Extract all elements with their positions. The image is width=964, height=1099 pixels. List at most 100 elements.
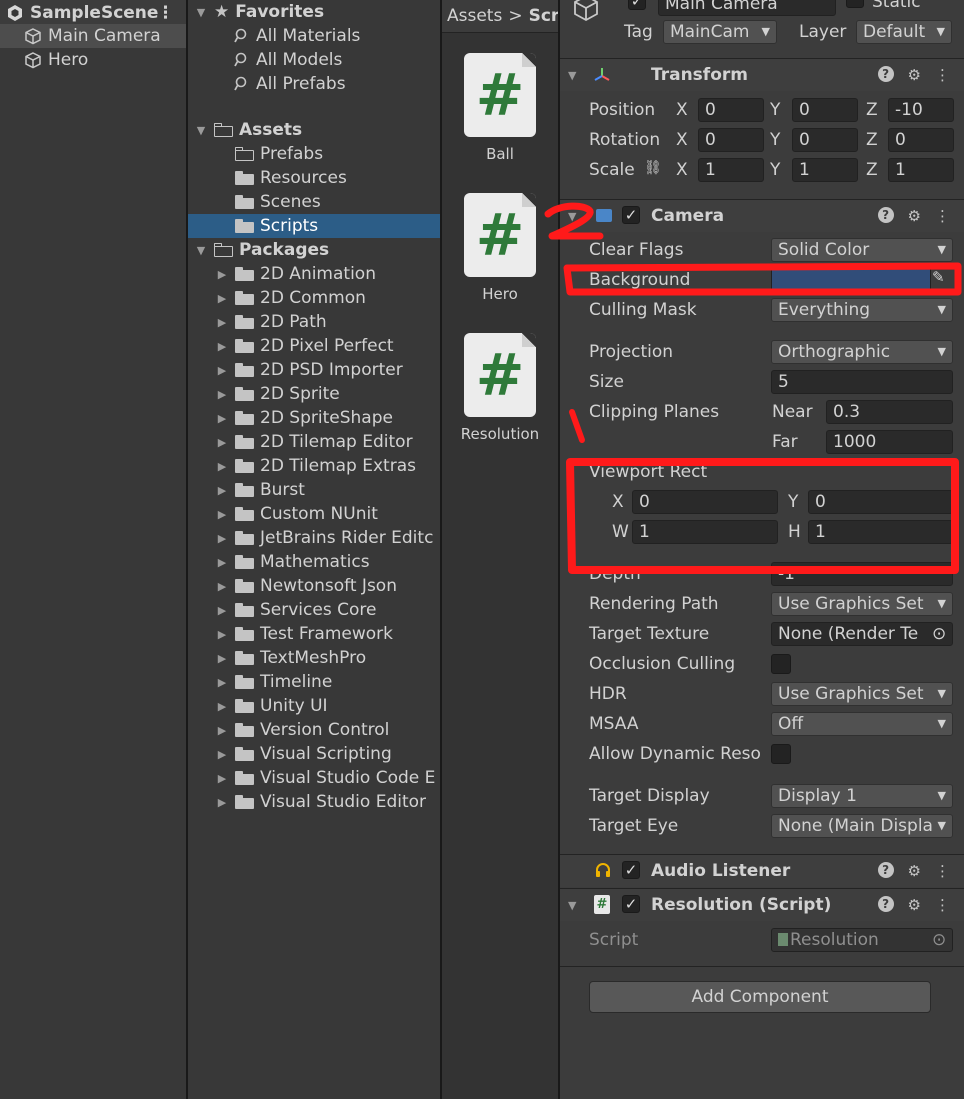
package-item[interactable]: ▶ Test Framework [188,622,440,646]
asset-folder-item[interactable]: Prefabs [188,142,440,166]
rendering-path-dropdown[interactable]: Use Graphics Set ▼ [771,592,953,616]
breadcrumb-root[interactable]: Assets [447,6,502,26]
msaa-dropdown[interactable]: Off ▼ [771,712,953,736]
expand-arrow-icon[interactable]: ▶ [215,748,229,761]
package-item[interactable]: ▶ Burst [188,478,440,502]
transform-z-field[interactable]: 1 [888,158,954,182]
transform-y-field[interactable]: 1 [792,158,858,182]
preset-sliders-icon[interactable]: ⚙ [908,896,921,914]
expand-arrow-icon[interactable]: ▶ [215,556,229,569]
transform-x-field[interactable]: 0 [698,128,764,152]
audio-listener-toggle[interactable]: ✓ [622,861,640,879]
hierarchy-item-main-camera[interactable]: Main Camera [0,24,186,48]
dynamic-resolution-checkbox[interactable] [771,744,791,764]
assets-header[interactable]: ▼ Assets [188,118,440,142]
kebab-menu-icon[interactable]: ⋮ [935,896,950,914]
help-icon[interactable]: ? [877,207,894,223]
static-toggle[interactable] [846,0,864,8]
viewport-h-field[interactable]: 1 [808,520,953,544]
target-eye-dropdown[interactable]: None (Main Displa ▼ [771,814,953,838]
expand-arrow-icon[interactable]: ▼ [194,6,208,19]
breadcrumb-current[interactable]: Scr [529,6,558,26]
audio-listener-header[interactable]: ✓ Audio Listener ? ⚙ ⋮ [560,854,964,887]
foldout-arrow-icon[interactable]: ▼ [568,69,576,82]
culling-mask-dropdown[interactable]: Everything ▼ [771,298,953,322]
package-item[interactable]: ▶ Custom NUnit [188,502,440,526]
foldout-arrow-icon[interactable]: ▼ [568,210,576,223]
asset-folder-item[interactable]: Resources [188,166,440,190]
resolution-script-header[interactable]: ▼ # ✓ Resolution (Script) ? ⚙ ⋮ [560,888,964,921]
package-item[interactable]: ▶ 2D Path [188,310,440,334]
tag-dropdown[interactable]: MainCam ▼ [663,20,777,44]
expand-arrow-icon[interactable]: ▶ [215,652,229,665]
eyedropper-icon[interactable]: ✎ [932,268,945,286]
expand-arrow-icon[interactable]: ▼ [194,124,208,137]
package-item[interactable]: ▶ Unity UI [188,694,440,718]
help-icon[interactable]: ? [877,896,894,912]
scene-header[interactable]: SampleScene ⋮ [0,0,186,26]
kebab-menu-icon[interactable]: ⋮ [935,862,950,880]
active-toggle[interactable]: ✓ [628,0,646,10]
depth-field[interactable]: -1 [771,562,953,586]
favorites-item[interactable]: All Models [188,48,440,72]
file-tile-resolution[interactable]: # Resolution [442,333,558,443]
constrain-proportions-link-icon[interactable]: ⛓ [644,160,662,176]
transform-z-field[interactable]: -10 [888,98,954,122]
package-item[interactable]: ▶ Visual Studio Editor [188,790,440,814]
projection-dropdown[interactable]: Orthographic ▼ [771,340,953,364]
transform-x-field[interactable]: 0 [698,98,764,122]
package-item[interactable]: ▶ TextMeshPro [188,646,440,670]
viewport-y-field[interactable]: 0 [808,490,953,514]
file-tile-hero[interactable]: # Hero [442,193,558,303]
hdr-dropdown[interactable]: Use Graphics Set ▼ [771,682,953,706]
package-item[interactable]: ▶ Visual Studio Code E [188,766,440,790]
expand-arrow-icon[interactable]: ▶ [215,676,229,689]
expand-arrow-icon[interactable]: ▶ [215,484,229,497]
package-item[interactable]: ▶ 2D PSD Importer [188,358,440,382]
favorites-header[interactable]: ▼ ★ Favorites [188,0,440,24]
preset-sliders-icon[interactable]: ⚙ [908,862,921,880]
package-item[interactable]: ▶ JetBrains Rider Editc [188,526,440,550]
add-component-button[interactable]: Add Component [589,981,931,1013]
transform-y-field[interactable]: 0 [792,128,858,152]
transform-z-field[interactable]: 0 [888,128,954,152]
scene-menu-icon[interactable]: ⋮ [157,3,174,23]
transform-x-field[interactable]: 1 [698,158,764,182]
package-item[interactable]: ▶ Visual Scripting [188,742,440,766]
favorites-item[interactable]: All Materials [188,24,440,48]
hierarchy-item-hero[interactable]: Hero [0,48,186,72]
expand-arrow-icon[interactable]: ▶ [215,532,229,545]
far-field[interactable]: 1000 [826,430,953,454]
viewport-x-field[interactable]: 0 [632,490,778,514]
expand-arrow-icon[interactable]: ▶ [215,796,229,809]
package-item[interactable]: ▶ 2D Tilemap Editor [188,430,440,454]
help-icon[interactable]: ? [877,66,894,82]
expand-arrow-icon[interactable]: ▶ [215,460,229,473]
kebab-menu-icon[interactable]: ⋮ [935,66,950,84]
near-field[interactable]: 0.3 [826,400,953,424]
expand-arrow-icon[interactable]: ▶ [215,340,229,353]
background-color-swatch[interactable] [771,268,931,292]
expand-arrow-icon[interactable]: ▶ [215,772,229,785]
target-texture-field[interactable]: None (Render Te [771,622,953,646]
clear-flags-dropdown[interactable]: Solid Color ▼ [771,238,953,262]
package-item[interactable]: ▶ Timeline [188,670,440,694]
package-item[interactable]: ▶ 2D Tilemap Extras [188,454,440,478]
help-icon[interactable]: ? [877,862,894,878]
asset-folder-item[interactable]: Scripts [188,214,440,238]
package-item[interactable]: ▶ Services Core [188,598,440,622]
size-field[interactable]: 5 [771,370,953,394]
package-item[interactable]: ▶ 2D SpriteShape [188,406,440,430]
favorites-item[interactable]: All Prefabs [188,72,440,96]
package-item[interactable]: ▶ 2D Common [188,286,440,310]
expand-arrow-icon[interactable]: ▶ [215,436,229,449]
packages-header[interactable]: ▼ Packages [188,238,440,262]
package-item[interactable]: ▶ 2D Sprite [188,382,440,406]
package-item[interactable]: ▶ 2D Animation [188,262,440,286]
viewport-w-field[interactable]: 1 [632,520,778,544]
transform-y-field[interactable]: 0 [792,98,858,122]
expand-arrow-icon[interactable]: ▶ [215,412,229,425]
preset-sliders-icon[interactable]: ⚙ [908,66,921,84]
transform-header[interactable]: ▼ Transform ? ⚙ ⋮ [560,58,964,91]
expand-arrow-icon[interactable]: ▶ [215,604,229,617]
